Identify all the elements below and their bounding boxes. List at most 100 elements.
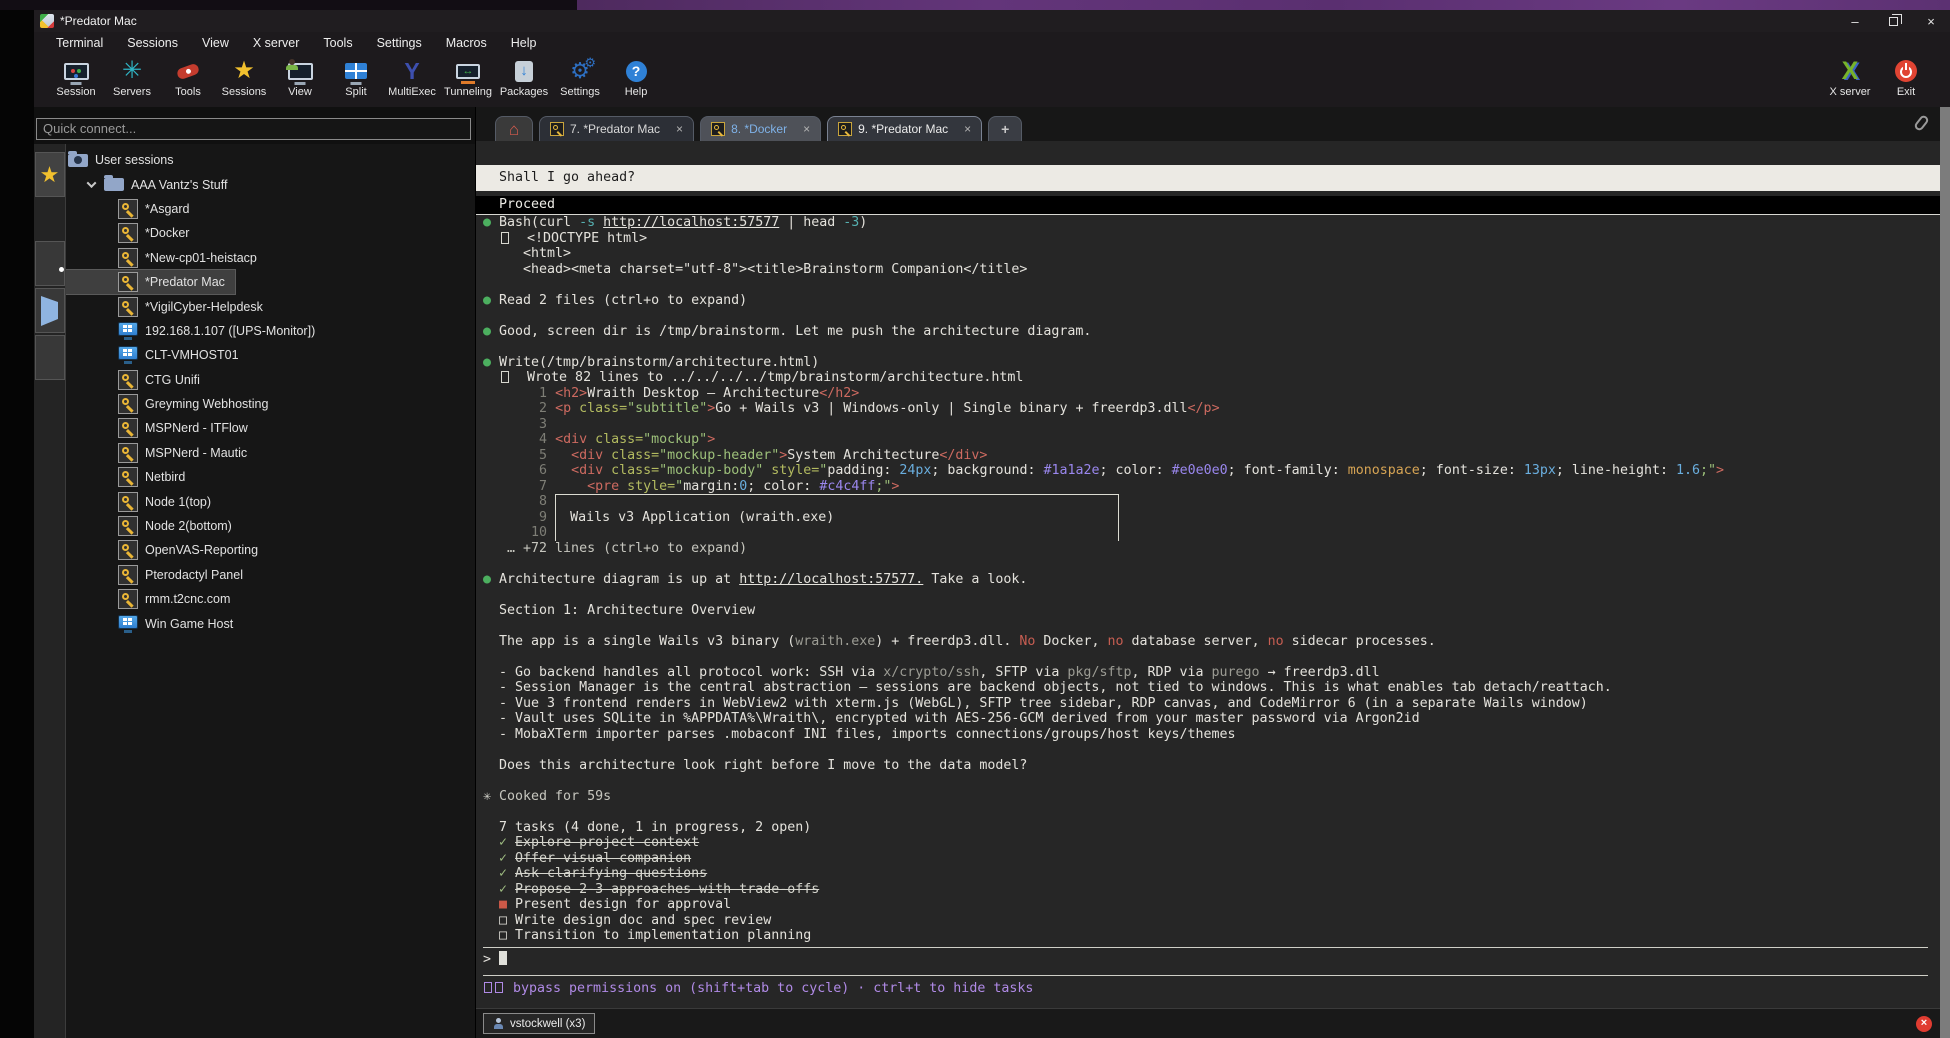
prompt-line[interactable]: > [483, 948, 1940, 972]
session-item-label: Greyming Webhosting [145, 397, 268, 411]
toolbar-button-multiexec[interactable]: YMultiExec [384, 56, 440, 98]
text-segment [483, 882, 499, 897]
text-segment: <html> [483, 246, 571, 261]
text-segment: 4 [483, 432, 555, 447]
text-segment: 7 tasks (4 done, 1 in progress, 2 open) [483, 820, 811, 835]
toolbar-button-packages[interactable]: ↓Packages [496, 56, 552, 98]
key-icon [118, 540, 138, 560]
rail-star-button[interactable]: ★ [35, 152, 65, 197]
blank-line [483, 618, 1940, 634]
chevron-down-icon[interactable] [87, 178, 97, 188]
session-item[interactable]: CTG Unifi [66, 368, 475, 392]
terminal[interactable]: Shall I go ahead?Proceed● Bash(curl -s h… [476, 141, 1940, 1008]
rail-knife-button[interactable] [35, 241, 65, 286]
session-item[interactable]: rmm.t2cnc.com [66, 587, 475, 611]
sidebar: Quick connect... ★ User sessions AAA Vant… [34, 107, 476, 1038]
menu-item-sessions[interactable]: Sessions [115, 36, 190, 50]
tab-9-predator-mac[interactable]: 9. *Predator Mac× [827, 116, 982, 141]
text-segment: <div [571, 448, 611, 463]
text-segment: "subtitle" [627, 401, 707, 416]
text-segment: wraith.exe [795, 634, 875, 649]
proceed-option[interactable]: Proceed [476, 196, 1940, 215]
session-item[interactable]: Win Game Host [66, 611, 475, 635]
toolbar-button-tools[interactable]: Tools [160, 56, 216, 98]
key-icon [118, 492, 138, 512]
toolbar-button-sessions[interactable]: ★Sessions [216, 56, 272, 98]
session-item[interactable]: *Predator Mac [66, 270, 235, 294]
menu-item-tools[interactable]: Tools [311, 36, 364, 50]
session-item[interactable]: Node 1(top) [66, 489, 475, 513]
session-item[interactable]: Greyming Webhosting [66, 392, 475, 416]
close-button[interactable]: × [1912, 10, 1950, 32]
text-segment: ; line-height: [1556, 463, 1676, 478]
session-item[interactable]: *New-cp01-heistacp [66, 246, 475, 270]
session-item[interactable]: Pterodactyl Panel [66, 563, 475, 587]
close-tab-icon[interactable]: × [676, 122, 683, 136]
close-tab-icon[interactable]: × [964, 122, 971, 136]
menu-item-macros[interactable]: Macros [434, 36, 499, 50]
toolbar-button-split[interactable]: Split [328, 56, 384, 98]
text-segment: - Go backend handles all protocol work: … [483, 665, 883, 680]
rail-plane-button[interactable] [35, 288, 65, 333]
text-segment: | head [779, 215, 843, 230]
session-item[interactable]: CLT-VMHOST01 [66, 343, 475, 367]
session-item[interactable]: *Asgard [66, 197, 475, 221]
session-item-label: AAA Vantz's Stuff [131, 178, 227, 192]
toolbar-button-exit[interactable]: Exit [1878, 56, 1934, 98]
text-segment: Offer visual companion [515, 851, 691, 866]
menu-item-settings[interactable]: Settings [365, 36, 434, 50]
toolbar-button-servers[interactable]: ✳Servers [104, 56, 160, 98]
toolbar-button-tunneling[interactable]: ↔Tunneling [440, 56, 496, 98]
new-tab-button[interactable]: + [988, 116, 1022, 141]
tab-home[interactable]: ⌂ [495, 116, 533, 141]
tab-7-predator-mac[interactable]: 7. *Predator Mac× [539, 116, 694, 141]
menu-item-x-server[interactable]: X server [241, 36, 312, 50]
multiexec-icon: Y [395, 56, 429, 86]
menu-item-view[interactable]: View [190, 36, 241, 50]
session-chip[interactable]: vstockwell (x3) [483, 1013, 595, 1034]
restore-button[interactable] [1874, 10, 1912, 32]
menu-item-help[interactable]: Help [499, 36, 549, 50]
toolbar-button-help[interactable]: ?Help [608, 56, 664, 98]
terminal-line: - MobaXTerm importer parses .mobaconf IN… [483, 727, 1940, 743]
text-segment: http://localhost:57577. [739, 572, 923, 587]
session-item[interactable]: Node 2(bottom) [66, 514, 475, 538]
blank-line [483, 308, 1940, 324]
terminal-line: ■ Present design for approval [483, 897, 1940, 913]
text-segment: <h2> [555, 386, 587, 401]
paperclip-icon[interactable] [1913, 114, 1930, 132]
toolbar-button-settings[interactable]: ⚙⚙Settings [552, 56, 608, 98]
session-item-label: 192.168.1.107 ([UPS-Monitor]) [145, 324, 315, 338]
session-item[interactable]: *Docker [66, 221, 475, 245]
collapsed-panel-scrollbar[interactable] [1940, 107, 1950, 1038]
menu-item-terminal[interactable]: Terminal [44, 36, 115, 50]
session-item[interactable]: 192.168.1.107 ([UPS-Monitor]) [66, 319, 475, 343]
toolbar-button-label: X server [1830, 86, 1871, 98]
close-tab-icon[interactable]: × [803, 122, 810, 136]
minimize-button[interactable]: – [1836, 10, 1874, 32]
toolbar-button-xserver[interactable]: XXX server [1822, 56, 1878, 98]
toolbar-button-view[interactable]: View [272, 56, 328, 98]
rail-globe-button[interactable] [35, 335, 65, 380]
session-item[interactable]: AAA Vantz's Stuff [66, 172, 475, 196]
text-segment: Explore project context [515, 835, 699, 850]
quick-connect-input[interactable]: Quick connect... [36, 118, 471, 140]
session-item[interactable]: User sessions [66, 148, 475, 172]
text-segment: 24px [899, 463, 931, 478]
session-item[interactable]: MSPNerd - Mautic [66, 441, 475, 465]
session-item[interactable]: *VigilCyber-Helpdesk [66, 294, 475, 318]
text-segment: ; color: [747, 479, 819, 494]
session-item[interactable]: Netbird [66, 465, 475, 489]
text-segment: ● [483, 355, 499, 370]
tab-8-docker[interactable]: 8. *Docker× [700, 116, 821, 141]
session-item[interactable]: MSPNerd - ITFlow [66, 416, 475, 440]
terminal-line: Wrote 82 lines to ../../../../tmp/brains… [483, 370, 1940, 386]
help-icon: ? [619, 56, 653, 86]
text-segment: #e0e0e0 [1172, 463, 1228, 478]
missing-glyph-box [495, 982, 503, 993]
close-session-button[interactable]: × [1916, 1016, 1932, 1032]
text-segment [595, 215, 603, 230]
toolbar-button-session[interactable]: Session [48, 56, 104, 98]
session-item[interactable]: OpenVAS-Reporting [66, 538, 475, 562]
blank-line [483, 742, 1940, 758]
